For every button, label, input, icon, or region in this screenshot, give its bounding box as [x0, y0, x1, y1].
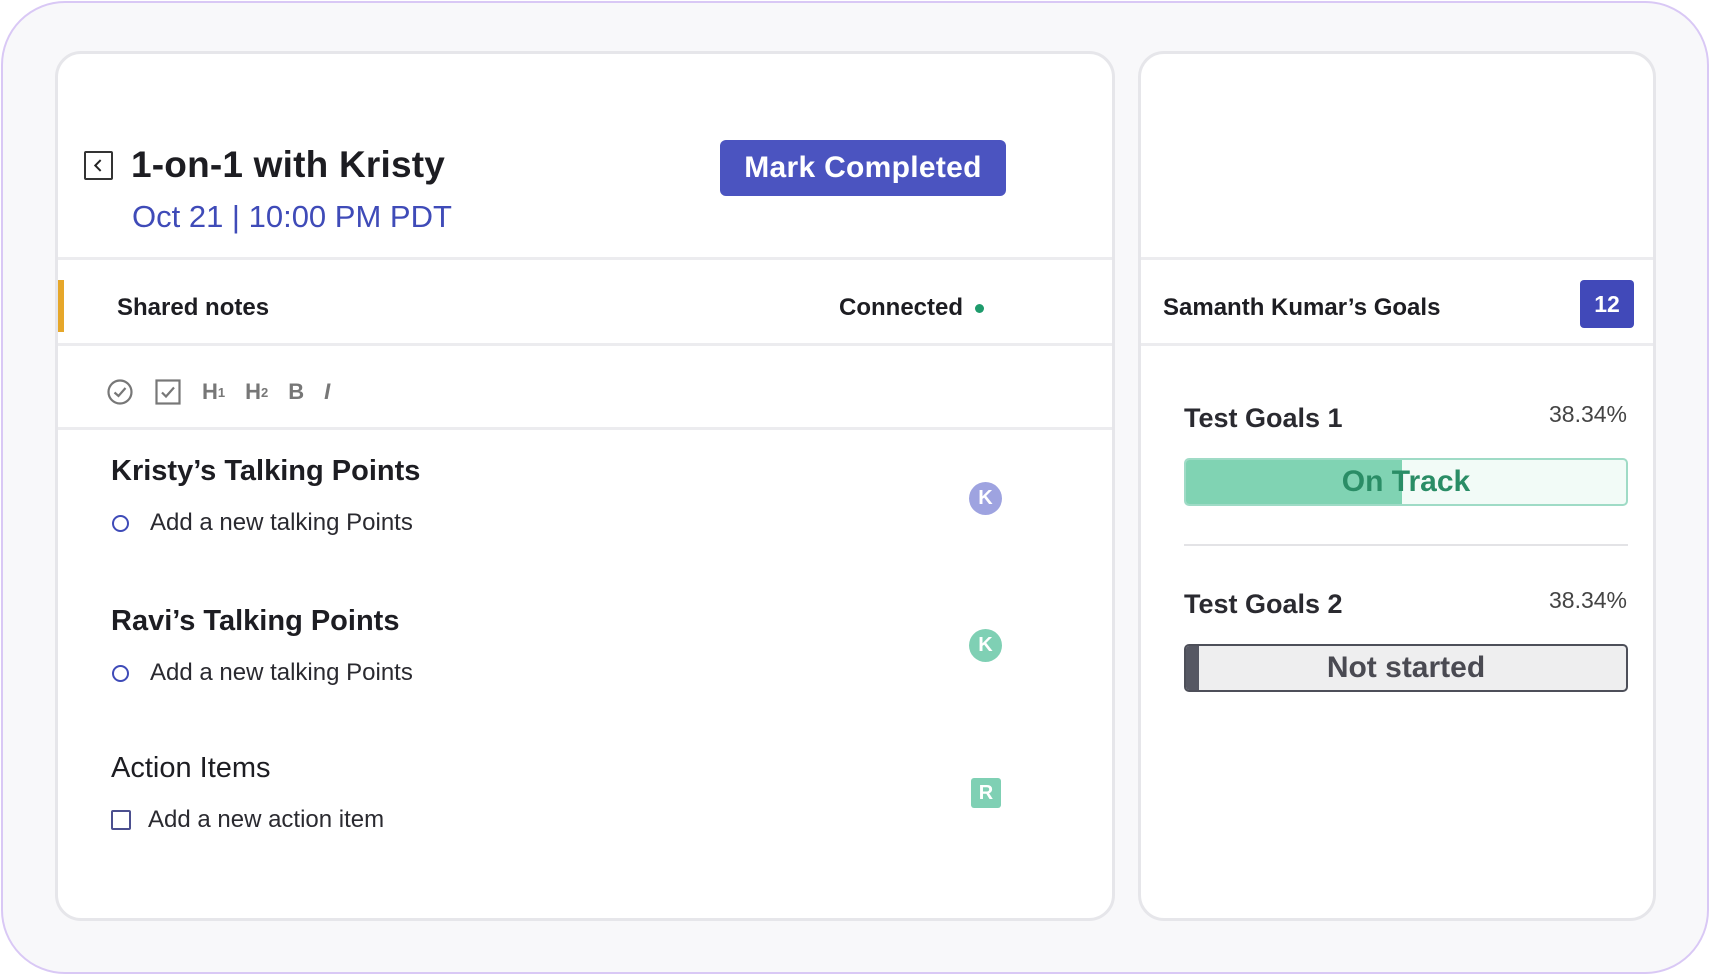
- add-action-item[interactable]: Add a new action item: [111, 806, 384, 834]
- goal-progress-bar: Not started: [1184, 644, 1628, 692]
- section-title: Kristy’s Talking Points: [111, 455, 421, 487]
- goals-count-badge[interactable]: 12: [1580, 280, 1634, 328]
- divider: [58, 257, 1112, 260]
- divider: [58, 343, 1112, 346]
- back-button[interactable]: [84, 151, 113, 180]
- goal-status: Not started: [1326, 651, 1486, 684]
- shared-notes-label: Shared notes: [117, 294, 270, 321]
- notes-accent-bar: [58, 280, 64, 332]
- checkbox-tool[interactable]: [154, 378, 182, 406]
- add-talking-point-label: Add a new talking Points: [150, 509, 413, 536]
- add-talking-point[interactable]: Add a new talking Points: [111, 659, 413, 687]
- meeting-title: 1-on-1 with Kristy: [131, 144, 446, 185]
- bold-icon: B: [288, 379, 305, 404]
- goal-name[interactable]: Test Goals 2: [1184, 589, 1343, 620]
- meeting-panel: 1-on-1 with Kristy Oct 21 | 10:00 PM PDT…: [55, 51, 1115, 921]
- radio-circle-icon[interactable]: [112, 664, 129, 682]
- divider: [1184, 544, 1628, 546]
- avatar[interactable]: K: [969, 629, 1002, 662]
- goal-name[interactable]: Test Goals 1: [1184, 403, 1343, 434]
- checkbox-icon[interactable]: [111, 810, 131, 830]
- divider: [1141, 343, 1653, 346]
- goal-status: On Track: [1341, 465, 1471, 498]
- heading-2-icon: H: [245, 379, 262, 404]
- connection-status-text: Connected: [839, 294, 964, 321]
- check-circle-tool[interactable]: [106, 378, 134, 406]
- check-circle-icon: [107, 379, 133, 405]
- goals-title: Samanth Kumar’s Goals: [1163, 294, 1441, 321]
- add-talking-point[interactable]: Add a new talking Points: [111, 509, 413, 537]
- avatar[interactable]: K: [969, 482, 1002, 515]
- avatar[interactable]: R: [971, 778, 1001, 808]
- goal-percent: 38.34%: [1548, 401, 1627, 427]
- section-title: Ravi’s Talking Points: [111, 605, 400, 637]
- heading-1-tool[interactable]: H1: [202, 379, 225, 405]
- divider: [58, 427, 1112, 430]
- italic-icon: I: [324, 379, 331, 404]
- heading-1-icon: H: [202, 379, 218, 404]
- add-talking-point-label: Add a new talking Points: [150, 659, 413, 686]
- editor-toolbar: H1 H2 B I: [106, 372, 350, 412]
- italic-tool[interactable]: I: [324, 379, 330, 405]
- checkbox-icon: [155, 379, 181, 405]
- meeting-datetime: Oct 21 | 10:00 PM PDT: [132, 199, 452, 234]
- connection-status: Connected: [839, 294, 985, 322]
- goal-progress-bar: On Track: [1184, 458, 1628, 506]
- bold-tool[interactable]: B: [288, 379, 304, 405]
- chevron-left-icon: [93, 159, 102, 172]
- goals-panel: Samanth Kumar’s Goals 12 Test Goals 1 38…: [1138, 51, 1656, 921]
- heading-2-tool[interactable]: H2: [245, 379, 268, 405]
- divider: [1141, 257, 1653, 260]
- connected-dot-icon: [975, 303, 985, 313]
- mark-completed-button[interactable]: Mark Completed: [720, 140, 1006, 196]
- radio-circle-icon[interactable]: [112, 514, 129, 532]
- add-action-item-label: Add a new action item: [148, 806, 385, 833]
- goal-percent: 38.34%: [1548, 587, 1627, 613]
- section-title: Action Items: [111, 752, 271, 784]
